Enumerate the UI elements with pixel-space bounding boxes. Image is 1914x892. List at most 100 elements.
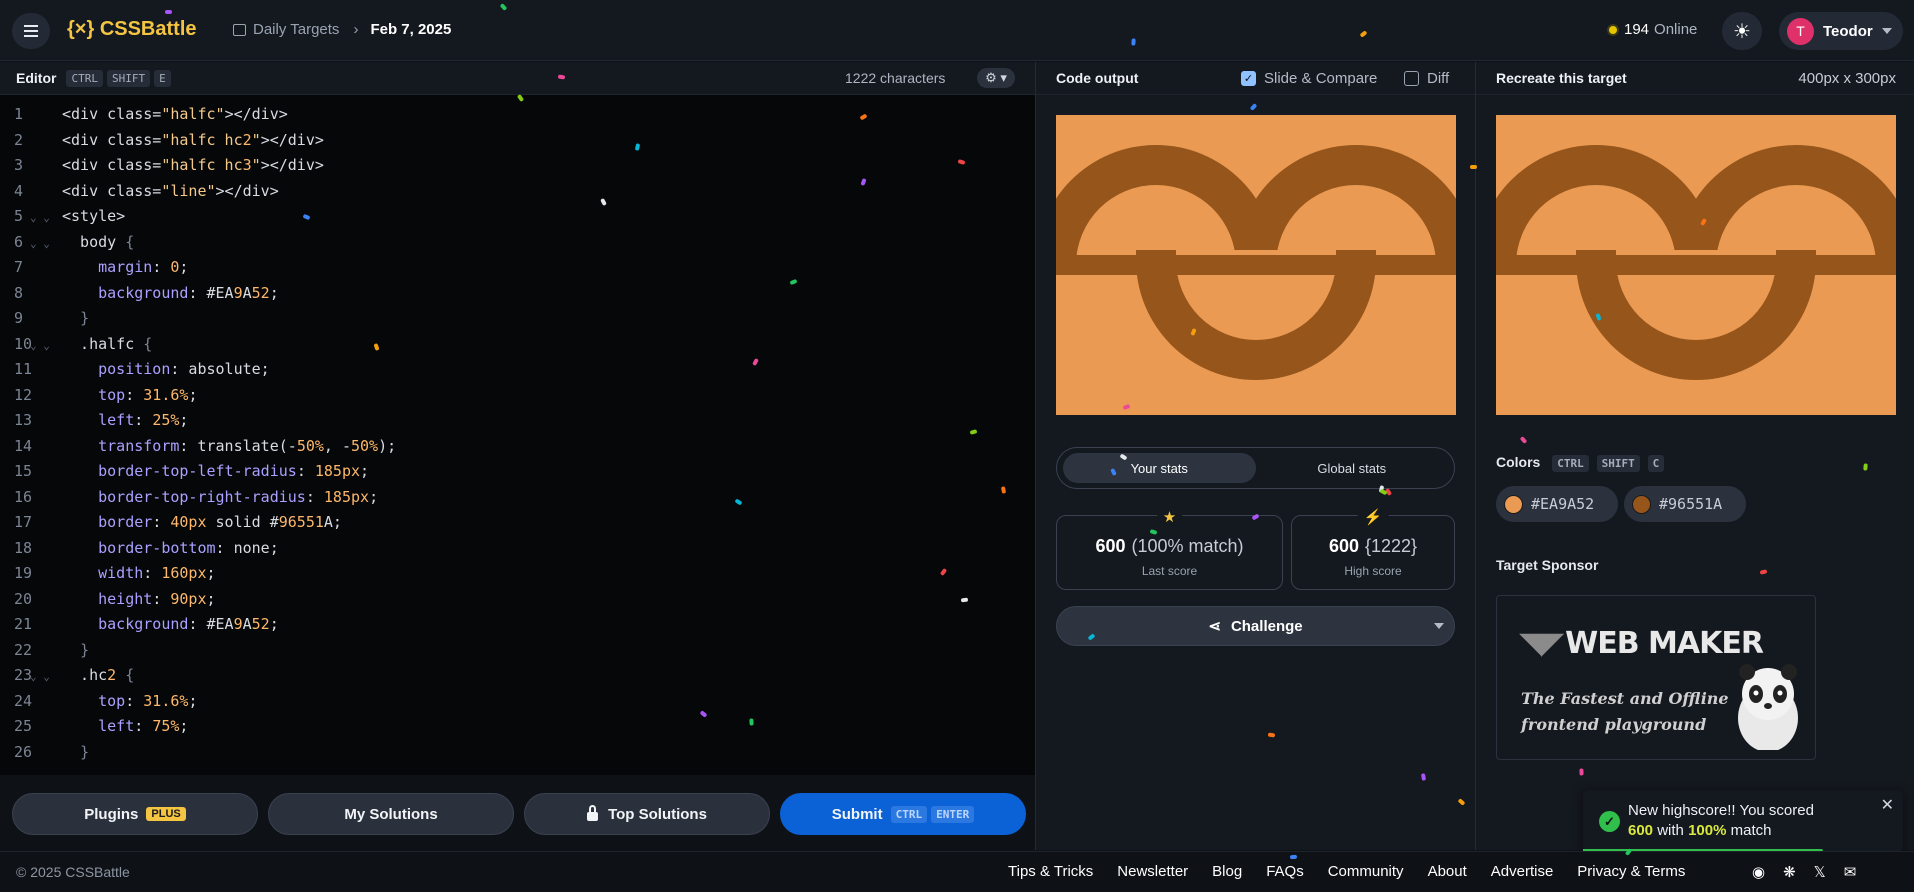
footer-link-advertise[interactable]: Advertise [1491, 863, 1554, 880]
code-line[interactable]: 5 ⌄ ⌄ <style> [0, 204, 1035, 230]
x-twitter-icon[interactable]: 𝕏 [1814, 863, 1826, 881]
line-number: 2 [14, 130, 24, 149]
my-solutions-button[interactable]: My Solutions [268, 793, 514, 835]
code-line[interactable]: 8 background: #EA9A52; [0, 281, 1035, 307]
tab-your-stats[interactable]: Your stats [1063, 453, 1256, 483]
chevron-down-icon[interactable] [1434, 623, 1444, 629]
editor-settings-button[interactable]: ⚙ ▾ [977, 68, 1015, 88]
star-icon: ★ [1156, 508, 1183, 526]
code-line[interactable]: 13 left: 25%; [0, 408, 1035, 434]
code-line[interactable]: 22 } [0, 638, 1035, 664]
checkbox-icon[interactable] [1404, 71, 1419, 86]
breadcrumb: Daily Targets › Feb 7, 2025 [233, 21, 451, 38]
code-line[interactable]: 6 ⌄ ⌄ body { [0, 230, 1035, 256]
footer-link-community[interactable]: Community [1328, 863, 1404, 880]
code-line[interactable]: 26 } [0, 740, 1035, 763]
footer-link-privacy[interactable]: Privacy & Terms [1577, 863, 1685, 880]
line-number: 24 [14, 691, 33, 710]
code-line[interactable]: 25 left: 75%; [0, 714, 1035, 740]
plugins-label: Plugins [84, 805, 139, 823]
bluesky-icon[interactable]: ❋ [1783, 863, 1796, 881]
high-score: 600 {1222} [1292, 536, 1454, 557]
panda-mascot-icon [1738, 664, 1798, 750]
code-line[interactable]: 16 border-top-right-radius: 185px; [0, 485, 1035, 511]
tab-global-stats[interactable]: Global stats [1256, 453, 1449, 483]
line-number: 25 [14, 717, 33, 735]
shortcut-key: E [154, 69, 171, 87]
code-line[interactable]: 17 border: 40px solid #96551A; [0, 510, 1035, 536]
plus-badge: PLUS [146, 807, 186, 821]
code-line[interactable]: 4 <div class="line"></div> [0, 179, 1035, 205]
footer-link-blog[interactable]: Blog [1212, 863, 1242, 880]
challenge-button[interactable]: ⋖ Challenge [1056, 606, 1455, 646]
footer-link-about[interactable]: About [1428, 863, 1467, 880]
code-line[interactable]: 23⌄ ⌄ .hc2 { [0, 663, 1035, 689]
discord-icon[interactable]: ◉ [1752, 863, 1765, 881]
theme-toggle-button[interactable]: ☀ [1722, 12, 1762, 50]
fold-chevron-icon[interactable]: ⌄ ⌄ [30, 333, 62, 359]
code-line[interactable]: 21 background: #EA9A52; [0, 612, 1035, 638]
code-line[interactable]: 1 <div class="halfc"></div> [0, 102, 1035, 128]
editor-title: Editor [16, 70, 57, 86]
code-line[interactable]: 9 } [0, 306, 1035, 332]
code-text: <style> [62, 207, 126, 225]
line-number: 21 [14, 615, 33, 633]
slide-compare-toggle[interactable]: ✓ Slide & Compare [1241, 70, 1377, 87]
user-menu-button[interactable]: T Teodor [1779, 12, 1903, 50]
code-line[interactable]: 7 margin: 0; [0, 255, 1035, 281]
code-line[interactable]: 20 height: 90px; [0, 587, 1035, 613]
last-score-label: Last score [1141, 564, 1198, 578]
code-line[interactable]: 11 position: absolute; [0, 357, 1035, 383]
slide-compare-label: Slide & Compare [1264, 70, 1378, 87]
target-panel: Recreate this target 400px x 300px Color… [1476, 62, 1914, 850]
color-chip-dark[interactable]: #96551A [1624, 486, 1746, 522]
check-circle-icon: ✓ [1599, 811, 1620, 832]
share-icon: ⋖ [1208, 618, 1221, 635]
target-image[interactable] [1496, 115, 1896, 415]
code-line[interactable]: 12 top: 31.6%; [0, 383, 1035, 409]
online-label: Online [1654, 21, 1698, 38]
brand-logo[interactable]: {×} CSSBattle [67, 18, 197, 41]
shortcut-key: SHIFT [106, 69, 151, 87]
top-solutions-button[interactable]: Top Solutions [524, 793, 770, 835]
fold-chevron-icon[interactable]: ⌄ ⌄ [30, 205, 62, 231]
high-score-chars: {1222} [1364, 536, 1418, 556]
code-editor[interactable]: 1 <div class="halfc"></div> 2 <div class="h… [0, 102, 1035, 762]
code-line[interactable]: 19 width: 160px; [0, 561, 1035, 587]
email-icon[interactable]: ✉ [1844, 863, 1857, 881]
toast-score: 600 [1628, 822, 1654, 839]
code-line[interactable]: 24 top: 31.6%; [0, 689, 1035, 715]
hamburger-menu-button[interactable] [12, 13, 50, 49]
footer-link-tips[interactable]: Tips & Tricks [1008, 863, 1093, 880]
submit-label: Submit [831, 805, 883, 823]
color-chip-light[interactable]: #EA9A52 [1496, 486, 1618, 522]
footer-link-faqs[interactable]: FAQs [1266, 863, 1304, 880]
footer-link-newsletter[interactable]: Newsletter [1117, 863, 1188, 880]
sponsor-logo: ◥◤WEB MAKER [1519, 626, 1764, 661]
lightning-icon: ⚡ [1357, 508, 1389, 526]
fold-chevron-icon[interactable]: ⌄ ⌄ [30, 231, 62, 257]
code-line[interactable]: 10⌄ ⌄ .halfc { [0, 332, 1035, 358]
sponsor-banner[interactable]: ◥◤WEB MAKER The Fastest and Offline fron… [1496, 595, 1816, 760]
fold-chevron-icon[interactable]: ⌄ ⌄ [30, 664, 62, 690]
code-line[interactable]: 3 <div class="halfc hc3"></div> [0, 153, 1035, 179]
code-line[interactable]: 15 border-top-left-radius: 185px; [0, 459, 1035, 485]
user-name: Teodor [1823, 22, 1873, 40]
close-icon[interactable]: ✕ [1881, 795, 1894, 815]
output-preview[interactable] [1056, 115, 1456, 415]
code-line[interactable]: 14 transform: translate(-50%, -50%); [0, 434, 1035, 460]
line-number: 8 [14, 283, 24, 302]
plugins-button[interactable]: Plugins PLUS [12, 793, 258, 835]
code-line[interactable]: 18 border-bottom: none; [0, 536, 1035, 562]
diff-toggle[interactable]: Diff [1404, 70, 1449, 87]
sponsor-title: Target Sponsor [1496, 557, 1599, 573]
code-text: } [80, 742, 90, 761]
stats-tabs: Your stats Global stats [1056, 447, 1455, 489]
high-score-value: 600 [1328, 536, 1359, 556]
checkbox-checked-icon[interactable]: ✓ [1241, 71, 1256, 86]
line-number: 6 [14, 232, 24, 251]
submit-button[interactable]: Submit CTRL ENTER [780, 793, 1026, 835]
color-swatch [1504, 494, 1523, 514]
breadcrumb-daily-targets[interactable]: Daily Targets [253, 21, 339, 38]
code-line[interactable]: 2 <div class="halfc hc2"></div> [0, 128, 1035, 154]
